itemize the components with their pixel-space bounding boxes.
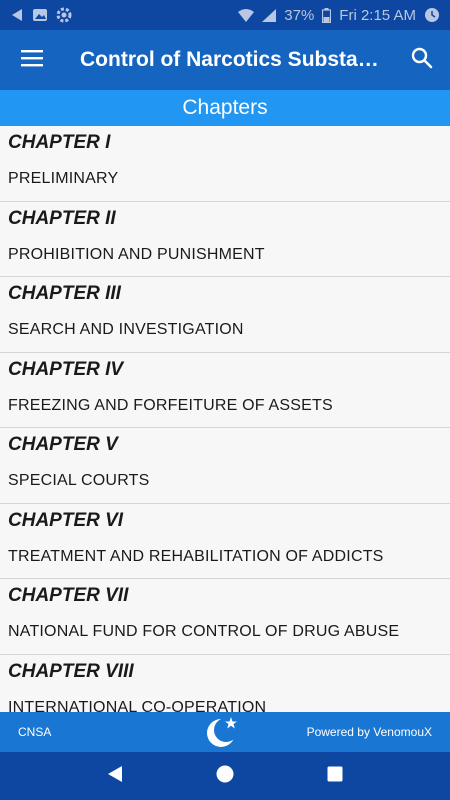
signal-icon [262, 8, 277, 22]
chapter-item[interactable]: CHAPTER VIII INTERNATIONAL CO-OPERATION [0, 655, 450, 713]
chapter-number: CHAPTER III [8, 283, 121, 304]
home-circle-icon [216, 765, 234, 788]
chapter-title: NATIONAL FUND FOR CONTROL OF DRUG ABUSE [8, 623, 400, 640]
battery-icon [322, 7, 332, 23]
chapter-title: INTERNATIONAL CO-OPERATION [8, 698, 267, 713]
chapter-number: CHAPTER VII [8, 585, 129, 606]
crescent-star-icon [205, 715, 241, 749]
chapter-number: CHAPTER V [8, 434, 118, 455]
clock: Fri 2:15 AM [339, 6, 416, 24]
nav-home-button[interactable] [201, 752, 249, 800]
chapter-item[interactable]: CHAPTER V SPECIAL COURTS [0, 428, 450, 504]
recents-square-icon [327, 766, 343, 787]
chapter-item[interactable]: CHAPTER IV FREEZING AND FORFEITURE OF AS… [0, 353, 450, 428]
footer-right-label: Powered by VenomouX [306, 725, 432, 739]
chapter-item[interactable]: CHAPTER VI TREATMENT AND REHABILITATION … [0, 504, 450, 579]
chapter-number: CHAPTER I [8, 132, 111, 153]
app-bar: Control of Narcotics Substan… [0, 30, 450, 90]
menu-button[interactable] [0, 30, 64, 90]
status-bar: 37% Fri 2:15 AM [0, 0, 450, 30]
system-nav-bar [0, 752, 450, 800]
battery-percent: 37% [284, 6, 315, 24]
chapter-title: SPECIAL COURTS [8, 472, 150, 489]
gallery-icon [32, 8, 48, 22]
status-left-icons [10, 7, 72, 23]
chapter-title: FREEZING AND FORFEITURE OF ASSETS [8, 396, 333, 414]
app-title: Control of Narcotics Substan… [80, 48, 392, 71]
search-button[interactable] [394, 30, 450, 90]
settings-gear-icon [56, 7, 72, 23]
wifi-icon [238, 8, 255, 22]
hamburger-menu-icon [21, 49, 43, 72]
chapter-item[interactable]: CHAPTER II PROHIBITION AND PUNISHMENT [0, 202, 450, 277]
chapter-number: CHAPTER IV [8, 358, 124, 380]
chapter-number: CHAPTER VI [8, 509, 124, 531]
chapter-number: CHAPTER VIII [8, 660, 134, 682]
status-right-icons: 37% Fri 2:15 AM [238, 7, 440, 24]
chapter-item[interactable]: CHAPTER I PRELIMINARY [0, 126, 450, 202]
footer-bar: CNSA Powered by VenomouX [0, 712, 450, 752]
section-header-chapters: Chapters [0, 90, 450, 126]
chapter-item[interactable]: CHAPTER VII NATIONAL FUND FOR CONTROL OF… [0, 579, 450, 655]
chapter-item[interactable]: CHAPTER III SEARCH AND INVESTIGATION [0, 277, 450, 353]
alarm-icon [424, 7, 440, 23]
nav-recents-button[interactable] [311, 752, 359, 800]
chapter-title: PRELIMINARY [8, 170, 119, 187]
chapter-title: PROHIBITION AND PUNISHMENT [8, 245, 265, 263]
chapter-title: SEARCH AND INVESTIGATION [8, 321, 244, 338]
search-icon [411, 47, 433, 74]
chapter-list[interactable]: CHAPTER I PRELIMINARY CHAPTER II PROHIBI… [0, 126, 450, 712]
notification-arrow-icon [10, 8, 24, 22]
chapter-number: CHAPTER II [8, 207, 116, 229]
back-triangle-icon [106, 765, 124, 788]
footer-left-label: CNSA [18, 725, 52, 739]
nav-back-button[interactable] [91, 752, 139, 800]
chapter-title: TREATMENT AND REHABILITATION OF ADDICTS [8, 547, 384, 565]
